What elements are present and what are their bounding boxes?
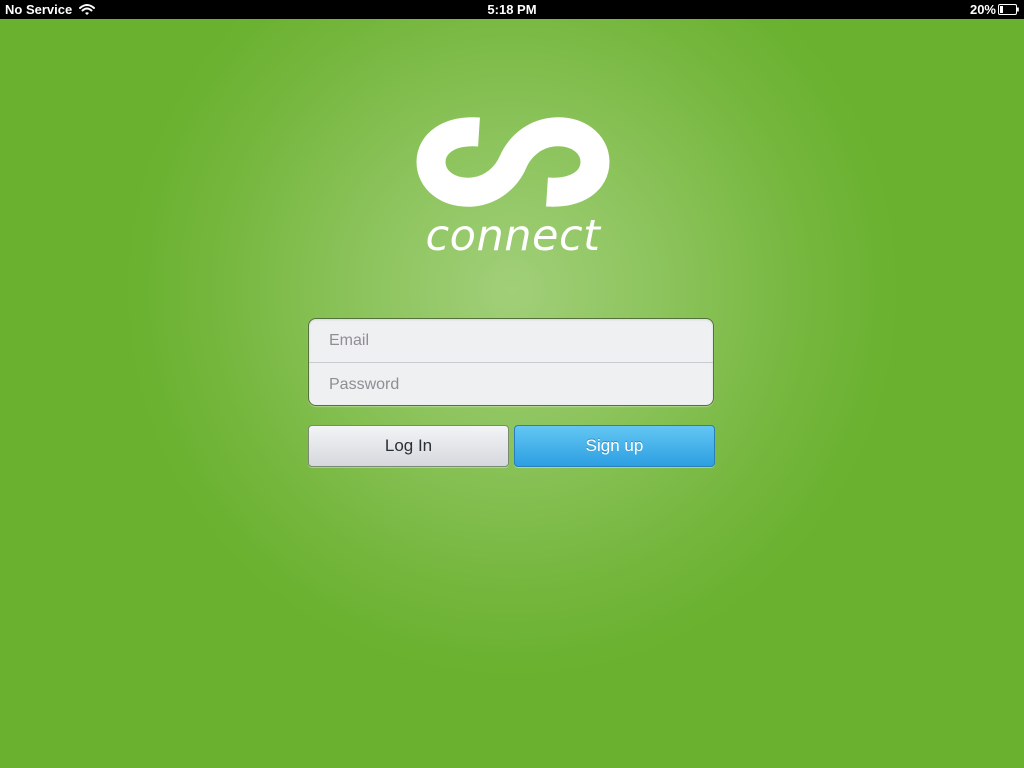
infinity-icon	[416, 117, 610, 207]
login-button[interactable]: Log In	[308, 425, 509, 467]
status-time: 5:18 PM	[487, 2, 537, 17]
email-field[interactable]	[309, 319, 713, 362]
login-form	[308, 318, 714, 406]
app-logo: connect	[412, 112, 614, 262]
status-bar: No Service 5:18 PM 20%	[0, 0, 1024, 19]
app-wordmark: connect	[425, 211, 601, 261]
battery-percent: 20%	[969, 2, 996, 17]
battery-icon	[998, 4, 1019, 15]
signup-button[interactable]: Sign up	[514, 425, 715, 467]
password-field[interactable]	[309, 363, 713, 406]
